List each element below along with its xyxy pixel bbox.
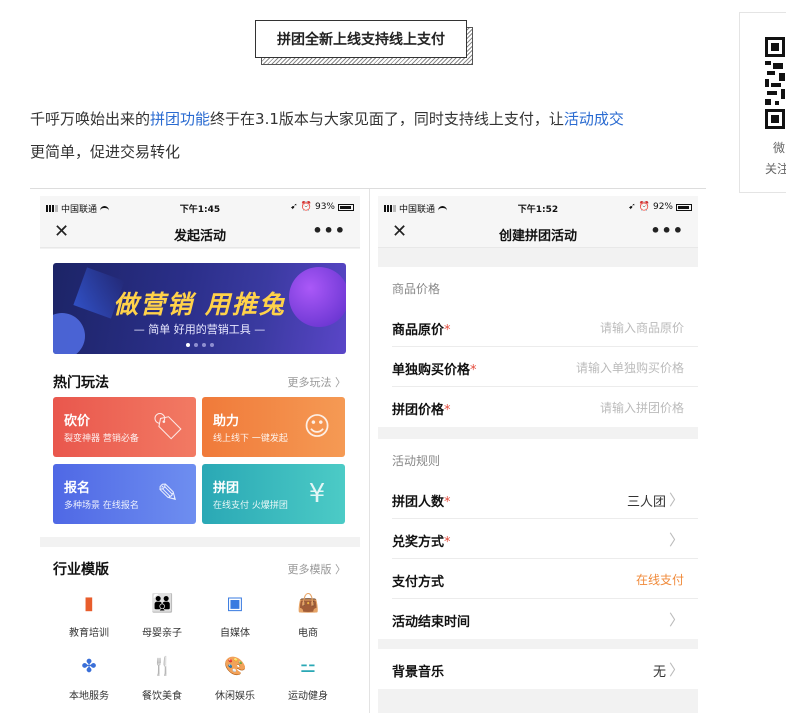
card-bargain[interactable]: 砍价 裂变神器 营销必备 🏷 — [53, 397, 196, 457]
close-icon[interactable]: ✕ — [54, 221, 69, 242]
dumbbell-icon: ⚍ — [299, 656, 317, 677]
parent-child-icon: 👪 — [151, 593, 174, 614]
chevron-right-icon: 〉 — [668, 531, 684, 549]
intro-text-1: 千呼万唤始出来的 — [30, 110, 151, 128]
more-templates-link[interactable]: 更多模版 〉 — [288, 561, 347, 577]
banner-subline: — 简单 好用的营销工具 — — [133, 323, 266, 336]
qr-sidebar: 微 关注 — [739, 12, 786, 193]
card-title: 拼团 — [213, 481, 240, 496]
field-single-buy-price[interactable]: 单独购买价格* 请输入单独购买价格 — [378, 347, 698, 387]
puzzle-yen-icon: ¥ — [308, 479, 326, 509]
card-subtitle: 裂变神器 营销必备 — [64, 434, 139, 444]
phone-screenshot-start-activity: 中国联通 下午1:45 ➹ ⏰ 93% ✕ 发起活动 ••• 做营销 用推兔 — 简… — [40, 196, 360, 713]
template-catering[interactable]: 🍴 餐饮美食 — [126, 656, 198, 702]
section-title: 拼团全新上线支持线上支付 — [255, 20, 467, 58]
content-divider — [30, 188, 706, 189]
nav-bar: ✕ 创建拼团活动 ••• — [378, 218, 698, 248]
link-deal-closing[interactable]: 活动成交 — [564, 110, 624, 128]
banner-headline: 做营销 用推兔 — [113, 290, 286, 319]
hot-heading: 热门玩法 — [53, 375, 109, 391]
battery-icon — [338, 203, 354, 211]
industry-section: 行业模版 更多模版 〉 ▮ 教育培训 👪 母婴亲子 ▣ 自媒体 👜 电商 ✤ 本… — [40, 547, 360, 713]
field-group-price[interactable]: 拼团价格* 请输入拼团价格 — [378, 387, 698, 427]
more-icon[interactable]: ••• — [650, 221, 684, 240]
field-payment-method[interactable]: 支付方式 在线支付 — [378, 559, 698, 599]
industry-header: 行业模版 更多模版 〉 — [53, 559, 346, 579]
phones-separator — [369, 189, 370, 713]
group-size-value: 三人团 — [626, 495, 666, 510]
chevron-right-icon: 〉 — [668, 611, 684, 629]
alarm-icon: ⏰ — [638, 202, 650, 212]
payment-method-value: 在线支付 — [635, 573, 684, 587]
group-label-rules: 活动规则 — [378, 439, 698, 479]
battery-icon — [676, 203, 692, 211]
clover-icon: ✤ — [81, 656, 97, 677]
fork-knife-icon: 🍴 — [151, 656, 174, 677]
card-subtitle: 在线支付 火爆拼团 — [213, 501, 288, 511]
status-bar: 中国联通 下午1:45 ➹ ⏰ 93% — [40, 196, 360, 218]
single-buy-price-input[interactable]: 请输入单独购买价格 — [576, 359, 684, 376]
template-leisure[interactable]: 🎨 休闲娱乐 — [199, 656, 271, 702]
field-background-music[interactable]: 背景音乐 无 〉 — [378, 649, 698, 689]
original-price-input[interactable]: 请输入商品原价 — [600, 319, 684, 336]
banner-pagination[interactable] — [53, 343, 346, 347]
more-icon[interactable]: ••• — [312, 221, 346, 240]
field-group-size[interactable]: 拼团人数* 三人团 〉 — [378, 479, 698, 519]
template-self-media[interactable]: ▣ 自媒体 — [199, 593, 271, 639]
link-group-buy-feature[interactable]: 拼团功能 — [150, 110, 210, 128]
close-icon[interactable]: ✕ — [392, 221, 407, 242]
palette-icon: 🎨 — [224, 656, 247, 677]
card-title: 助力 — [213, 414, 240, 429]
group-label-price: 商品价格 — [378, 267, 698, 307]
alarm-icon: ⏰ — [300, 202, 312, 212]
nav-bar: ✕ 发起活动 ••• — [40, 218, 360, 248]
intro-text-2: 终于在3.1版本与大家见面了，同时支持线上支付，让 — [210, 110, 564, 128]
field-redeem-method[interactable]: 兑奖方式* 〉 — [378, 519, 698, 559]
intro-paragraph: 千呼万唤始出来的拼团功能终于在3.1版本与大家见面了，同时支持线上支付，让活动成… — [30, 103, 720, 169]
template-education[interactable]: ▮ 教育培训 — [53, 593, 125, 639]
phone-screenshot-create-group-buy: 中国联通 下午1:52 ➹ ⏰ 92% ✕ 创建拼团活动 ••• 商品价格 商品原价… — [378, 196, 698, 713]
qr-caption-2: 关注 — [765, 162, 786, 176]
section-title-box: 拼团全新上线支持线上支付 — [255, 20, 473, 65]
template-ecommerce[interactable]: 👜 电商 — [272, 593, 344, 639]
location-icon: ➹ — [290, 202, 298, 212]
card-title: 砍价 — [64, 414, 91, 429]
card-subtitle: 线上线下 一键发起 — [213, 434, 288, 444]
status-bar: 中国联通 下午1:52 ➹ ⏰ 92% — [378, 196, 698, 218]
card-title: 报名 — [64, 481, 91, 496]
form-pencil-icon: ✎ — [157, 479, 179, 509]
card-assist[interactable]: 助力 线上线下 一键发起 ☺ — [202, 397, 345, 457]
template-fitness[interactable]: ⚍ 运动健身 — [272, 656, 344, 702]
field-end-time[interactable]: 活动结束时间 〉 — [378, 599, 698, 639]
chevron-right-icon: 〉 — [335, 563, 346, 576]
qr-code-icon[interactable] — [765, 37, 786, 129]
card-group-buy[interactable]: 拼团 在线支付 火爆拼团 ¥ — [202, 464, 345, 524]
qr-caption-1: 微 — [773, 141, 786, 155]
video-icon: ▣ — [226, 593, 244, 614]
template-local-service[interactable]: ✤ 本地服务 — [53, 656, 125, 702]
card-subtitle: 多种场景 在线报名 — [64, 501, 139, 511]
book-icon: ▮ — [84, 593, 94, 614]
shopping-bag-icon: 👜 — [297, 593, 320, 614]
card-signup[interactable]: 报名 多种场景 在线报名 ✎ — [53, 464, 196, 524]
location-icon: ➹ — [628, 202, 636, 212]
chevron-right-icon: 〉 — [335, 376, 346, 389]
template-parenting[interactable]: 👪 母婴亲子 — [126, 593, 198, 639]
field-original-price[interactable]: 商品原价* 请输入商品原价 — [378, 307, 698, 347]
background-music-value: 无 — [652, 665, 666, 680]
person-heart-icon: ☺ — [303, 412, 331, 442]
industry-heading: 行业模版 — [53, 562, 109, 578]
battery-percent: 92% — [652, 202, 673, 212]
more-gameplay-link[interactable]: 更多玩法 〉 — [288, 374, 347, 390]
intro-text-3: 更简单，促进交易转化 — [30, 143, 181, 161]
tag-icon: 🏷 — [151, 412, 185, 442]
chevron-right-icon: 〉 — [668, 491, 684, 509]
group-price-input[interactable]: 请输入拼团价格 — [600, 399, 684, 416]
battery-percent: 93% — [314, 202, 335, 212]
hot-header: 热门玩法 更多玩法 〉 — [53, 372, 346, 392]
chevron-right-icon: 〉 — [668, 661, 684, 679]
promo-banner[interactable]: 做营销 用推兔 — 简单 好用的营销工具 — — [53, 263, 346, 354]
